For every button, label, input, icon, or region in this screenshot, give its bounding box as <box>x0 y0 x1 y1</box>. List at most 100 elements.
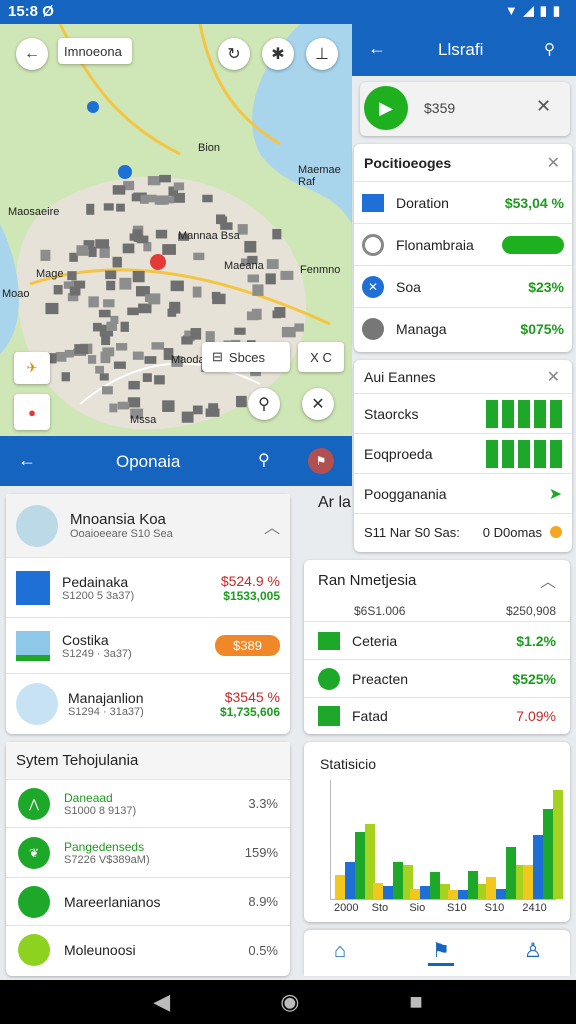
system-nav-bar: ◀ ◉ ■ <box>0 980 576 1024</box>
map-building <box>144 294 157 303</box>
building-icon <box>362 193 384 212</box>
close-icon[interactable]: ✕ <box>536 96 551 117</box>
list-item[interactable]: ✕ Soa $23% <box>354 266 572 308</box>
map-building <box>193 252 205 261</box>
map-icon[interactable]: ⚑ <box>428 938 454 966</box>
right-back-icon[interactable]: ← <box>368 38 386 59</box>
map-building <box>280 270 294 280</box>
chart-bar <box>392 861 403 899</box>
map-building <box>102 347 115 357</box>
map-building <box>131 193 141 202</box>
chart-bar <box>345 861 355 899</box>
person-icon[interactable]: ♙ <box>524 938 542 963</box>
map-building <box>105 270 117 280</box>
map-building <box>252 284 264 296</box>
temple-icon <box>16 683 58 725</box>
compass-icon[interactable]: ✕ <box>302 388 334 420</box>
ran-sub-right: $250,908 <box>505 603 556 618</box>
chart-x-axis: 2000 Sto Sio S10 S10 2410 <box>330 902 556 918</box>
layers-icon[interactable]: ⊥ <box>306 38 338 70</box>
document-icon <box>18 885 50 918</box>
list-item[interactable]: Staorcks <box>354 394 572 434</box>
chart-x-tick: 2410 <box>522 902 547 914</box>
list-item[interactable]: Preacten $525% <box>304 660 570 698</box>
map-tool-button[interactable]: ✈ <box>14 352 50 384</box>
map-search-chip[interactable]: ⊟ Sbces <box>202 342 290 372</box>
settings-icon[interactable]: ✱ <box>262 38 294 70</box>
map-label-g: Fenmno <box>300 264 341 276</box>
tools-icon: ✕ <box>362 275 384 298</box>
chart-bar <box>410 889 421 899</box>
list-item[interactable]: ⋀ Daneaad S1000 8 9137) 3.3% <box>6 780 290 828</box>
nav-recents-icon[interactable]: ■ <box>409 989 422 1015</box>
map-view[interactable]: Bion Maemae Raf Maosaeire Mannaa Bsa Mag… <box>0 24 352 436</box>
play-button[interactable]: ▶ <box>364 86 408 130</box>
chart-icon <box>16 570 50 605</box>
list-item[interactable]: Mareerlanianos 8.9% <box>6 878 290 926</box>
opon-back-icon[interactable]: ← <box>18 450 36 471</box>
map-building <box>98 309 111 318</box>
map-building <box>163 196 175 204</box>
shield-icon <box>362 318 384 340</box>
search-icon[interactable]: ⚲ <box>248 388 280 420</box>
nav-home-icon[interactable]: ◉ <box>280 989 299 1015</box>
list-item[interactable]: Manajanlion S1294 · 31a37) $3545 % $1,73… <box>6 674 290 734</box>
item-sub: S1200 5 3a37) <box>62 589 135 602</box>
chart-x-tick: 2000 <box>334 902 359 914</box>
map-close-chip[interactable]: X C <box>298 342 344 372</box>
item-value: 8.9% <box>248 894 278 909</box>
map-building <box>117 401 130 410</box>
map-building <box>109 403 118 413</box>
map-label-f: Maeana <box>224 260 264 272</box>
back-button[interactable]: ← <box>16 38 48 70</box>
map-building <box>103 299 115 308</box>
play-amount: $359 <box>424 100 456 116</box>
bridge-icon <box>16 504 58 547</box>
item-value-2: $1533,005 <box>223 588 280 603</box>
auto-panel-close-icon[interactable]: ✕ <box>547 367 560 387</box>
list-item[interactable]: Managa $075% <box>354 308 572 350</box>
map-building <box>132 351 144 360</box>
chart-bar <box>382 885 393 899</box>
list-item[interactable]: Moleunoosi 0.5% <box>6 926 290 974</box>
flag-icon[interactable]: ⚑ <box>308 448 334 474</box>
item-label: Fatad <box>352 708 388 724</box>
map-building <box>132 270 145 283</box>
item-sub: S1000 8 9137) <box>64 804 137 817</box>
item-label: Preacten <box>352 670 409 687</box>
map-building <box>116 203 125 212</box>
map-building <box>173 182 185 191</box>
map-building <box>138 303 152 314</box>
map-label-i: Maoda <box>171 354 205 366</box>
map-building <box>147 176 161 186</box>
chart-bar <box>533 835 544 899</box>
home-icon[interactable]: ⌂ <box>334 940 346 963</box>
map-building <box>110 315 119 324</box>
list-item[interactable]: Flonambraia <box>354 224 572 266</box>
map-building <box>95 239 110 249</box>
map-search-box[interactable]: Imnoeona <box>58 38 132 64</box>
list-item[interactable]: Costika S1249 · 3a37) $389 <box>6 618 290 674</box>
chevron-up-icon[interactable]: ︿ <box>540 568 556 592</box>
positions-close-icon[interactable]: ✕ <box>547 153 560 173</box>
list-item[interactable]: Doration $53,04 % <box>354 182 572 224</box>
partial-label: Ar la <box>318 494 351 511</box>
list-item[interactable]: Pedainaka S1200 5 3a37) $524.9 % $1533,0… <box>6 558 290 618</box>
progress-bar <box>502 235 564 254</box>
map-close-chip-label: X C <box>310 349 332 365</box>
list-item[interactable]: Poogganania ➤ <box>354 474 572 514</box>
list-item[interactable]: ❦ Pangedenseds S7226 V$389aM) 159% <box>6 828 290 878</box>
opon-card: Mnoansia Koa Ooaioeeare S10 Sea ︿ Pedain… <box>6 494 290 734</box>
location-pin-button[interactable]: ● <box>14 394 50 430</box>
nav-back-icon[interactable]: ◀ <box>153 989 170 1015</box>
list-item[interactable]: Eoqproeda <box>354 434 572 474</box>
location-icon[interactable]: ⚲ <box>544 40 555 58</box>
map-building <box>151 342 165 350</box>
opon-card-header[interactable]: Mnoansia Koa Ooaioeeare S10 Sea ︿ <box>6 494 290 558</box>
refresh-icon[interactable]: ↻ <box>218 38 250 70</box>
chevron-up-icon[interactable]: ︿ <box>264 514 280 538</box>
list-item[interactable]: Ceteria $1.2% <box>304 622 570 660</box>
list-item[interactable]: Fatad 7.09% <box>304 698 570 734</box>
location-icon[interactable]: ⚲ <box>258 450 270 470</box>
map-canvas[interactable] <box>0 24 352 436</box>
